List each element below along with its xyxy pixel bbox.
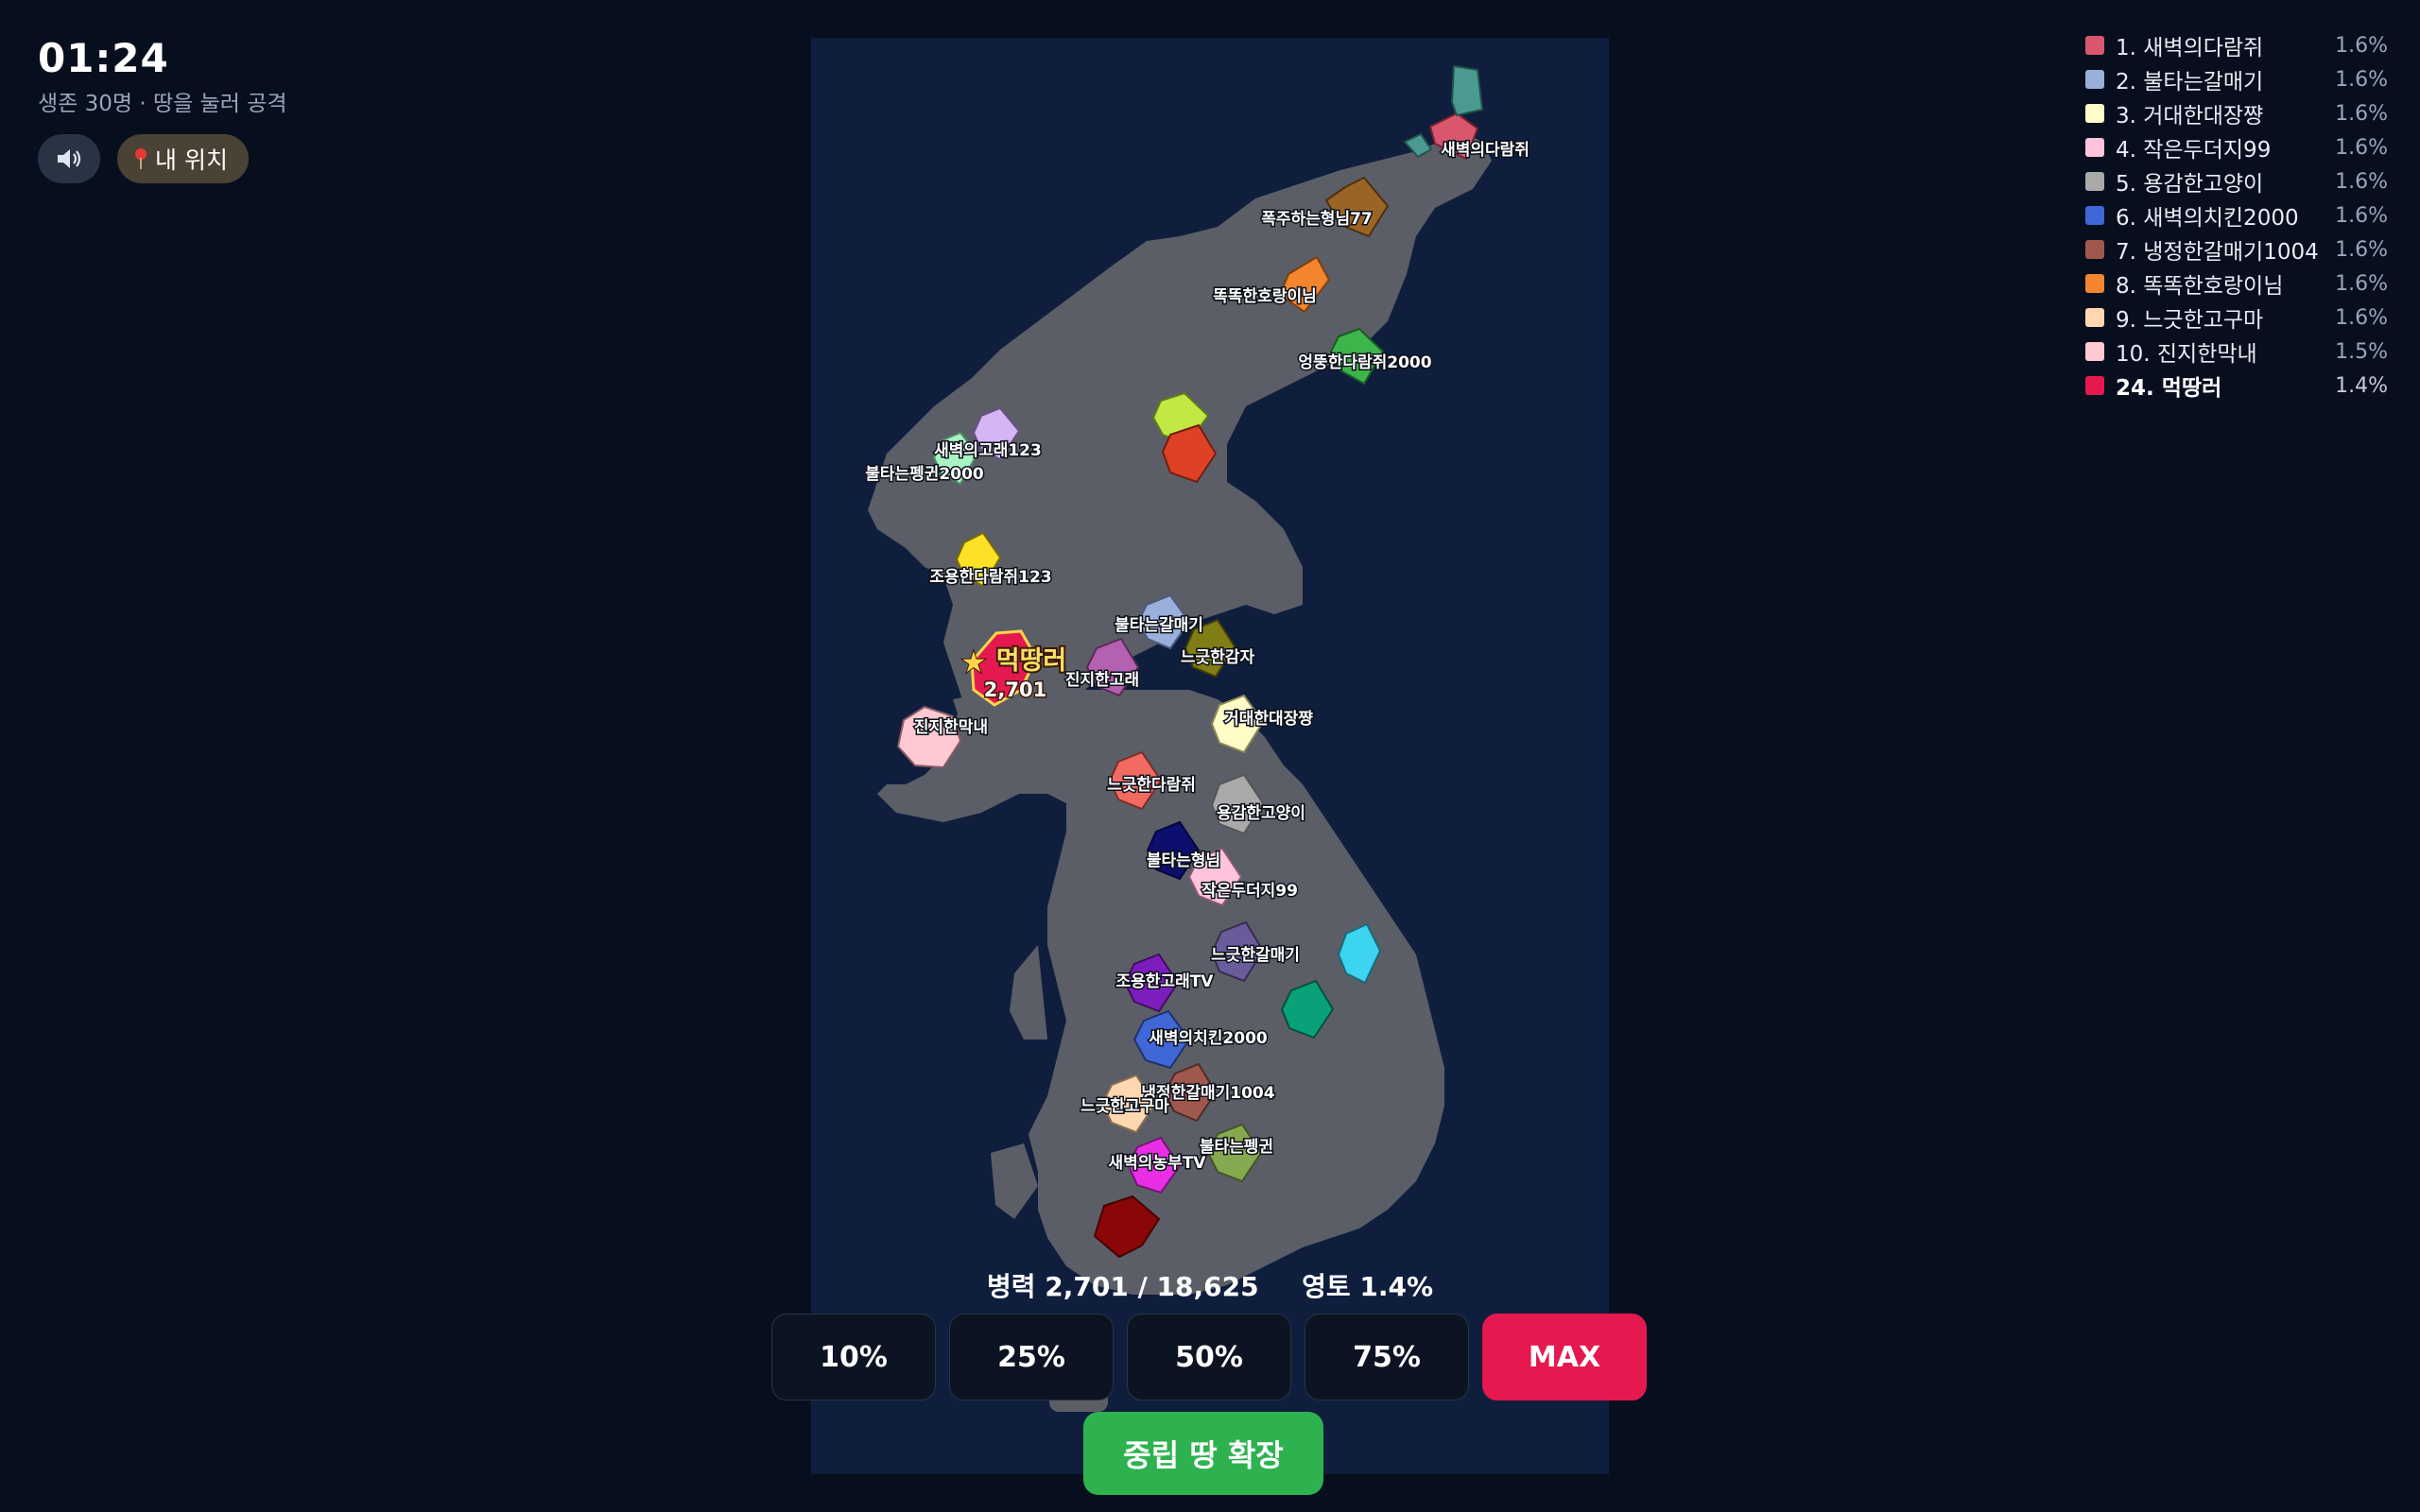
- leaderboard-row: 6. 새벽의치킨2000 1.6%: [2085, 198, 2388, 232]
- match-timer: 01:24: [38, 35, 169, 81]
- neutral-land[interactable]: [868, 132, 1492, 1412]
- label-dawn-squirrel: 새벽의다람쥐: [1441, 140, 1530, 160]
- player-color-swatch: [2085, 138, 2104, 157]
- leaderboard-row-me: 24. 먹땅러 1.4%: [2085, 369, 2388, 403]
- player-color-swatch: [2085, 274, 2104, 293]
- label-small-mole: 작은두더지99: [1201, 882, 1298, 901]
- map-canvas[interactable]: 새벽의다람쥐 폭주하는형님77 똑똑한호랑이님 엉뚱한다람쥐2000 새벽의고래…: [811, 38, 1609, 1474]
- label-dawn-whale: 새벽의고래123: [934, 441, 1042, 460]
- player-color-swatch: [2085, 342, 2104, 361]
- player-star-icon: ★: [961, 646, 987, 679]
- leaderboard-percent: 1.5%: [2335, 339, 2388, 364]
- label-burning-penguin: 불타는펭귄2000: [865, 465, 984, 484]
- leaderboard-percent: 1.6%: [2335, 67, 2388, 92]
- hud-buttons: 내 위치: [38, 134, 287, 183]
- leaderboard-name: 9. 느긋한고구마: [2116, 308, 2264, 333]
- leaderboard-row: 9. 느긋한고구마 1.6%: [2085, 301, 2388, 335]
- leaderboard-percent: 1.4%: [2335, 373, 2388, 398]
- label-burning-seagull: 불타는갈매기: [1115, 616, 1203, 635]
- label-smart-tiger: 똑똑한호랑이님: [1213, 287, 1316, 306]
- label-giant-boss: 거대한대장쨩: [1224, 710, 1313, 729]
- troops-value: 2,701 / 18,625: [1045, 1271, 1259, 1302]
- player-color-swatch: [2085, 308, 2104, 327]
- leaderboard-name: 2. 불타는갈매기: [2116, 70, 2264, 94]
- leaderboard-row: 5. 용감한고양이 1.6%: [2085, 164, 2388, 198]
- label-brave-cat: 용감한고양이: [1217, 804, 1305, 823]
- label-dawn-chicken: 새벽의치킨2000: [1149, 1029, 1268, 1048]
- player-color-swatch: [2085, 104, 2104, 123]
- attack-ratio-buttons: 10% 25% 50% 75% MAX: [771, 1314, 1647, 1400]
- my-location-button[interactable]: 내 위치: [117, 134, 249, 183]
- leaderboard-percent: 1.6%: [2335, 305, 2388, 330]
- player-color-swatch: [2085, 206, 2104, 225]
- leaderboard-percent: 1.6%: [2335, 203, 2388, 228]
- label-lazy-sweet-potato: 느긋한고구마: [1080, 1097, 1169, 1116]
- label-burning-penguin-south: 불타는펭귄: [1200, 1138, 1273, 1157]
- label-quirky-squirrel: 엉뚱한다람쥐2000: [1298, 352, 1431, 372]
- player-color-swatch: [2085, 240, 2104, 259]
- leaderboard-row: 10. 진지한막내 1.5%: [2085, 335, 2388, 369]
- leaderboard-row: 3. 거대한대장쨩 1.6%: [2085, 96, 2388, 130]
- label-rampaging-brother: 폭주하는형님77: [1261, 209, 1373, 229]
- label-burning-brother: 불타는형님: [1147, 850, 1220, 870]
- land-label: 영토: [1302, 1271, 1351, 1302]
- ratio-button-25[interactable]: 25%: [949, 1314, 1114, 1400]
- leaderboard-percent: 1.6%: [2335, 33, 2388, 58]
- label-lazy-squirrel: 느긋한다람쥐: [1107, 775, 1196, 795]
- leaderboard-name: 1. 새벽의다람쥐: [2116, 36, 2264, 60]
- leaderboard-row: 2. 불타는갈매기 1.6%: [2085, 62, 2388, 96]
- leaderboard-row: 4. 작은두더지99 1.6%: [2085, 130, 2388, 164]
- leaderboard-name: 3. 거대한대장쨩: [2116, 104, 2264, 129]
- expand-neutral-button[interactable]: 중립 땅 확장: [1083, 1412, 1323, 1495]
- player-color-swatch: [2085, 70, 2104, 89]
- label-quiet-whale: 조용한고래TV: [1116, 972, 1215, 991]
- leaderboard-name: 10. 진지한막내: [2116, 342, 2257, 367]
- leaderboard-name: 5. 용감한고양이: [2116, 172, 2264, 197]
- label-serious-youngest: 진지한막내: [914, 718, 988, 737]
- ratio-button-max[interactable]: MAX: [1482, 1314, 1647, 1400]
- game-map[interactable]: 새벽의다람쥐 폭주하는형님77 똑똑한호랑이님 엉뚱한다람쥐2000 새벽의고래…: [811, 38, 1609, 1474]
- player-name-label: 먹땅러: [996, 646, 1067, 676]
- leaderboard-name: 6. 새벽의치킨2000: [2116, 206, 2299, 231]
- land-southwest[interactable]: [991, 1143, 1038, 1219]
- pin-icon: [134, 148, 147, 169]
- troops-label: 병력: [986, 1271, 1036, 1302]
- leaderboard: 1. 새벽의다람쥐 1.6% 2. 불타는갈매기 1.6% 3. 거대한대장쨩 1.6% 4…: [2085, 28, 2388, 403]
- land-west-coast[interactable]: [1010, 945, 1047, 1040]
- player-color-swatch: [2085, 36, 2104, 55]
- speaker-icon: [58, 149, 81, 168]
- player-color-swatch: [2085, 172, 2104, 191]
- leaderboard-name: 4. 작은두더지99: [2116, 138, 2272, 163]
- leaderboard-row: 8. 똑똑한호랑이님 1.6%: [2085, 266, 2388, 301]
- leaderboard-name: 7. 냉정한갈매기1004: [2116, 240, 2319, 265]
- my-location-label: 내 위치: [155, 146, 228, 174]
- ratio-button-75[interactable]: 75%: [1305, 1314, 1469, 1400]
- leaderboard-row: 1. 새벽의다람쥐 1.6%: [2085, 28, 2388, 62]
- leaderboard-name: 8. 똑똑한호랑이님: [2116, 274, 2284, 299]
- player-troops-label: 2,701: [984, 679, 1046, 701]
- label-lazy-potato: 느긋한감자: [1181, 648, 1255, 667]
- leaderboard-percent: 1.6%: [2335, 169, 2388, 194]
- territory-teal-north[interactable]: [1450, 64, 1484, 117]
- leaderboard-row: 7. 냉정한갈매기1004 1.6%: [2085, 232, 2388, 266]
- ratio-button-10[interactable]: 10%: [771, 1314, 936, 1400]
- survivors-hint: 생존 30명 · 땅을 눌러 공격: [38, 92, 287, 116]
- label-dawn-farmer: 새벽의농부TV: [1109, 1154, 1207, 1173]
- leaderboard-percent: 1.6%: [2335, 101, 2388, 126]
- label-serious-whale: 진지한고래: [1065, 671, 1139, 690]
- leaderboard-name: 24. 먹땅러: [2116, 376, 2222, 401]
- label-lazy-seagull: 느긋한갈매기: [1211, 946, 1300, 965]
- status-line: 병력 2,701 / 18,625 영토 1.4%: [0, 1266, 2420, 1304]
- leaderboard-percent: 1.6%: [2335, 271, 2388, 296]
- player-color-swatch: [2085, 376, 2104, 395]
- leaderboard-percent: 1.6%: [2335, 237, 2388, 262]
- leaderboard-percent: 1.6%: [2335, 135, 2388, 160]
- hud: 01:24 생존 30명 · 땅을 눌러 공격 내 위치: [38, 34, 287, 183]
- sound-toggle-button[interactable]: [38, 134, 100, 183]
- label-quiet-squirrel: 조용한다람쥐123: [929, 567, 1051, 587]
- land-value: 1.4%: [1359, 1271, 1434, 1302]
- ratio-button-50[interactable]: 50%: [1127, 1314, 1291, 1400]
